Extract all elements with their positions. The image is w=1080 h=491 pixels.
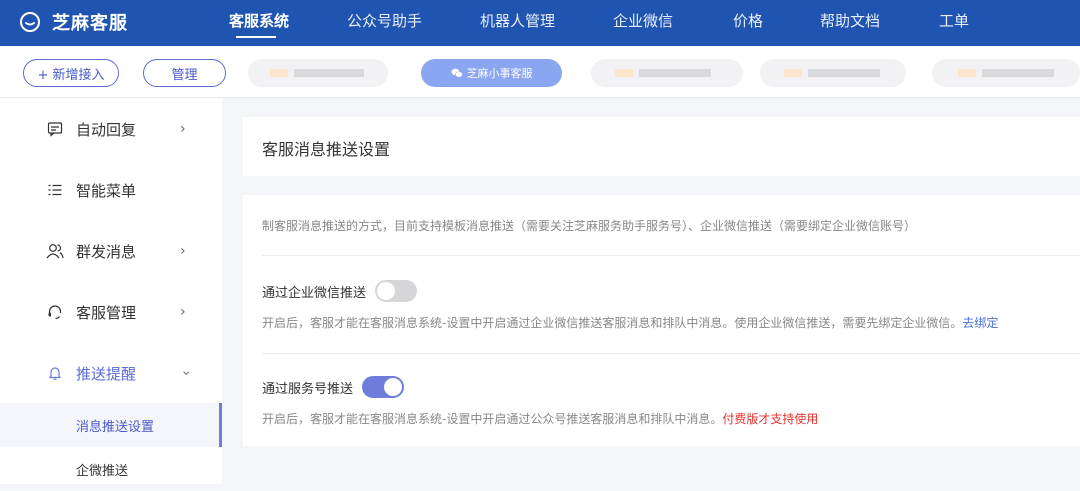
chevron-right-icon: › <box>180 243 186 259</box>
bell-icon <box>46 364 64 382</box>
users-icon <box>46 242 64 260</box>
account-tab-active[interactable]: 芝麻小事客服 <box>421 59 562 87</box>
chevron-right-icon: › <box>180 304 186 320</box>
sidebar-subitem-wecom-push[interactable]: 企微推送 <box>0 447 222 491</box>
account-tab-blurred[interactable] <box>760 59 906 87</box>
nav-item-tickets[interactable]: 工单 <box>939 10 969 31</box>
nav-item-mp-assistant[interactable]: 公众号助手 <box>347 10 422 31</box>
sidebar-subitem-message-push-settings[interactable]: 消息推送设置 <box>0 403 222 447</box>
option-title: 通过服务号推送 <box>262 381 354 397</box>
sidebar-item-agent-management[interactable]: 客服管理 › <box>0 292 222 332</box>
page-title-card: 客服消息推送设置 <box>243 117 1080 176</box>
sidebar-item-label: 推送提醒 <box>76 364 137 383</box>
nav-item-help-docs[interactable]: 帮助文档 <box>820 10 880 31</box>
account-bar: + 新增接入 管理 芝麻小事客服 <box>0 46 1080 98</box>
nav-item-wecom[interactable]: 企业微信 <box>613 10 673 31</box>
push-settings-card: 制客服消息推送的方式，目前支持模板消息推送（需要关注芝麻服务助手服务号）、企业微… <box>243 195 1080 446</box>
service-account-push-toggle[interactable] <box>362 376 405 398</box>
page-title: 客服消息推送设置 <box>262 140 391 159</box>
sidebar-item-label: 客服管理 <box>76 303 137 322</box>
sidebar: 自动回复 › 智能菜单 群发消息 › 客服管理 › 推送提醒 › 消息推送设置 … <box>0 98 222 484</box>
account-tab-blurred[interactable] <box>248 59 388 87</box>
sidebar-subitem-label: 企微推送 <box>76 463 129 479</box>
chevron-down-icon: › <box>177 370 194 376</box>
sidebar-item-label: 群发消息 <box>76 242 137 261</box>
account-tab-label: 芝麻小事客服 <box>466 67 533 80</box>
sidebar-item-label: 智能菜单 <box>76 181 137 200</box>
settings-description: 制客服消息推送的方式，目前支持模板消息推送（需要关注芝麻服务助手服务号）、企业微… <box>262 219 917 233</box>
wechat-icon <box>451 68 463 78</box>
nav-item-robot-management[interactable]: 机器人管理 <box>480 10 555 31</box>
option-description: 开启后，客服才能在客服消息系统-设置中开启通过公众号推送客服消息和排队中消息。付… <box>262 410 818 427</box>
add-account-button[interactable]: + 新增接入 <box>23 59 119 87</box>
divider <box>262 353 1080 354</box>
account-tab-blurred[interactable] <box>591 59 743 87</box>
bind-wecom-link[interactable]: 去绑定 <box>962 316 998 330</box>
sidebar-item-push-reminder[interactable]: 推送提醒 › <box>0 353 222 393</box>
top-navbar: 芝麻客服 客服系统 公众号助手 机器人管理 企业微信 价格 帮助文档 工单 <box>0 0 1080 46</box>
nav-active-underline <box>236 36 276 38</box>
headset-icon <box>46 303 64 321</box>
option-wecom-push: 通过企业微信推送 <box>262 280 418 302</box>
sidebar-item-smart-menu[interactable]: 智能菜单 <box>0 170 222 210</box>
chevron-right-icon: › <box>180 121 186 137</box>
nav-item-pricing[interactable]: 价格 <box>733 10 763 31</box>
option-desc-text: 开启后，客服才能在客服消息系统-设置中开启通过公众号推送客服消息和排队中消息。 <box>262 412 723 426</box>
sidebar-item-auto-reply[interactable]: 自动回复 › <box>0 109 222 149</box>
sidebar-item-mass-message[interactable]: 群发消息 › <box>0 231 222 271</box>
message-square-icon <box>46 120 64 138</box>
paid-only-warning: 付费版才支持使用 <box>722 412 819 426</box>
divider <box>262 255 1080 256</box>
option-service-account-push: 通过服务号推送 <box>262 376 405 398</box>
sidebar-subitem-label: 消息推送设置 <box>76 419 155 435</box>
account-tab-blurred[interactable] <box>932 59 1080 87</box>
manage-accounts-button[interactable]: 管理 <box>143 59 226 87</box>
sidebar-item-label: 自动回复 <box>76 120 137 139</box>
option-title: 通过企业微信推送 <box>262 285 367 301</box>
option-description: 开启后，客服才能在客服消息系统-设置中开启通过企业微信推送客服消息和排队中消息。… <box>262 314 998 331</box>
list-icon <box>46 181 64 199</box>
main-nav: 客服系统 公众号助手 机器人管理 企业微信 价格 帮助文档 工单 <box>0 10 1080 46</box>
nav-item-kefu-system[interactable]: 客服系统 <box>229 10 289 31</box>
wecom-push-toggle[interactable] <box>375 280 418 302</box>
option-desc-text: 开启后，客服才能在客服消息系统-设置中开启通过企业微信推送客服消息和排队中消息。… <box>262 316 963 330</box>
